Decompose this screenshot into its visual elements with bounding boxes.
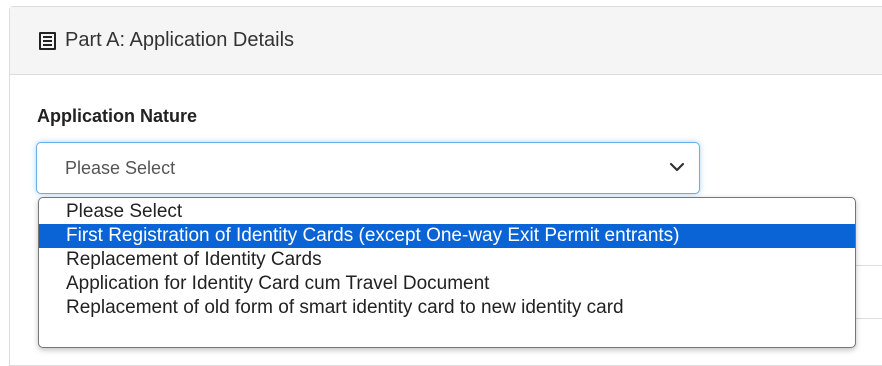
select-current-value: Please Select [65,157,176,178]
application-nature-label: Application Nature [37,106,198,126]
list-alt-icon [39,31,56,50]
option-identity-card-travel-document[interactable]: Application for Identity Card cum Travel… [39,272,855,296]
option-first-registration[interactable]: First Registration of Identity Cards (ex… [39,224,855,248]
panel-title: Part A: Application Details [65,29,295,51]
divider [856,265,882,266]
panel-heading: Part A: Application Details [10,7,882,75]
divider [856,318,882,319]
option-replacement-old-smart-card[interactable]: Replacement of old form of smart identit… [39,296,855,320]
option-please-select[interactable]: Please Select [39,200,855,224]
option-replacement-identity-cards[interactable]: Replacement of Identity Cards [39,248,855,272]
application-nature-options-list[interactable]: Please Select First Registration of Iden… [38,197,856,348]
application-nature-select[interactable]: Please Select [36,142,700,194]
chevron-down-icon [669,162,685,172]
